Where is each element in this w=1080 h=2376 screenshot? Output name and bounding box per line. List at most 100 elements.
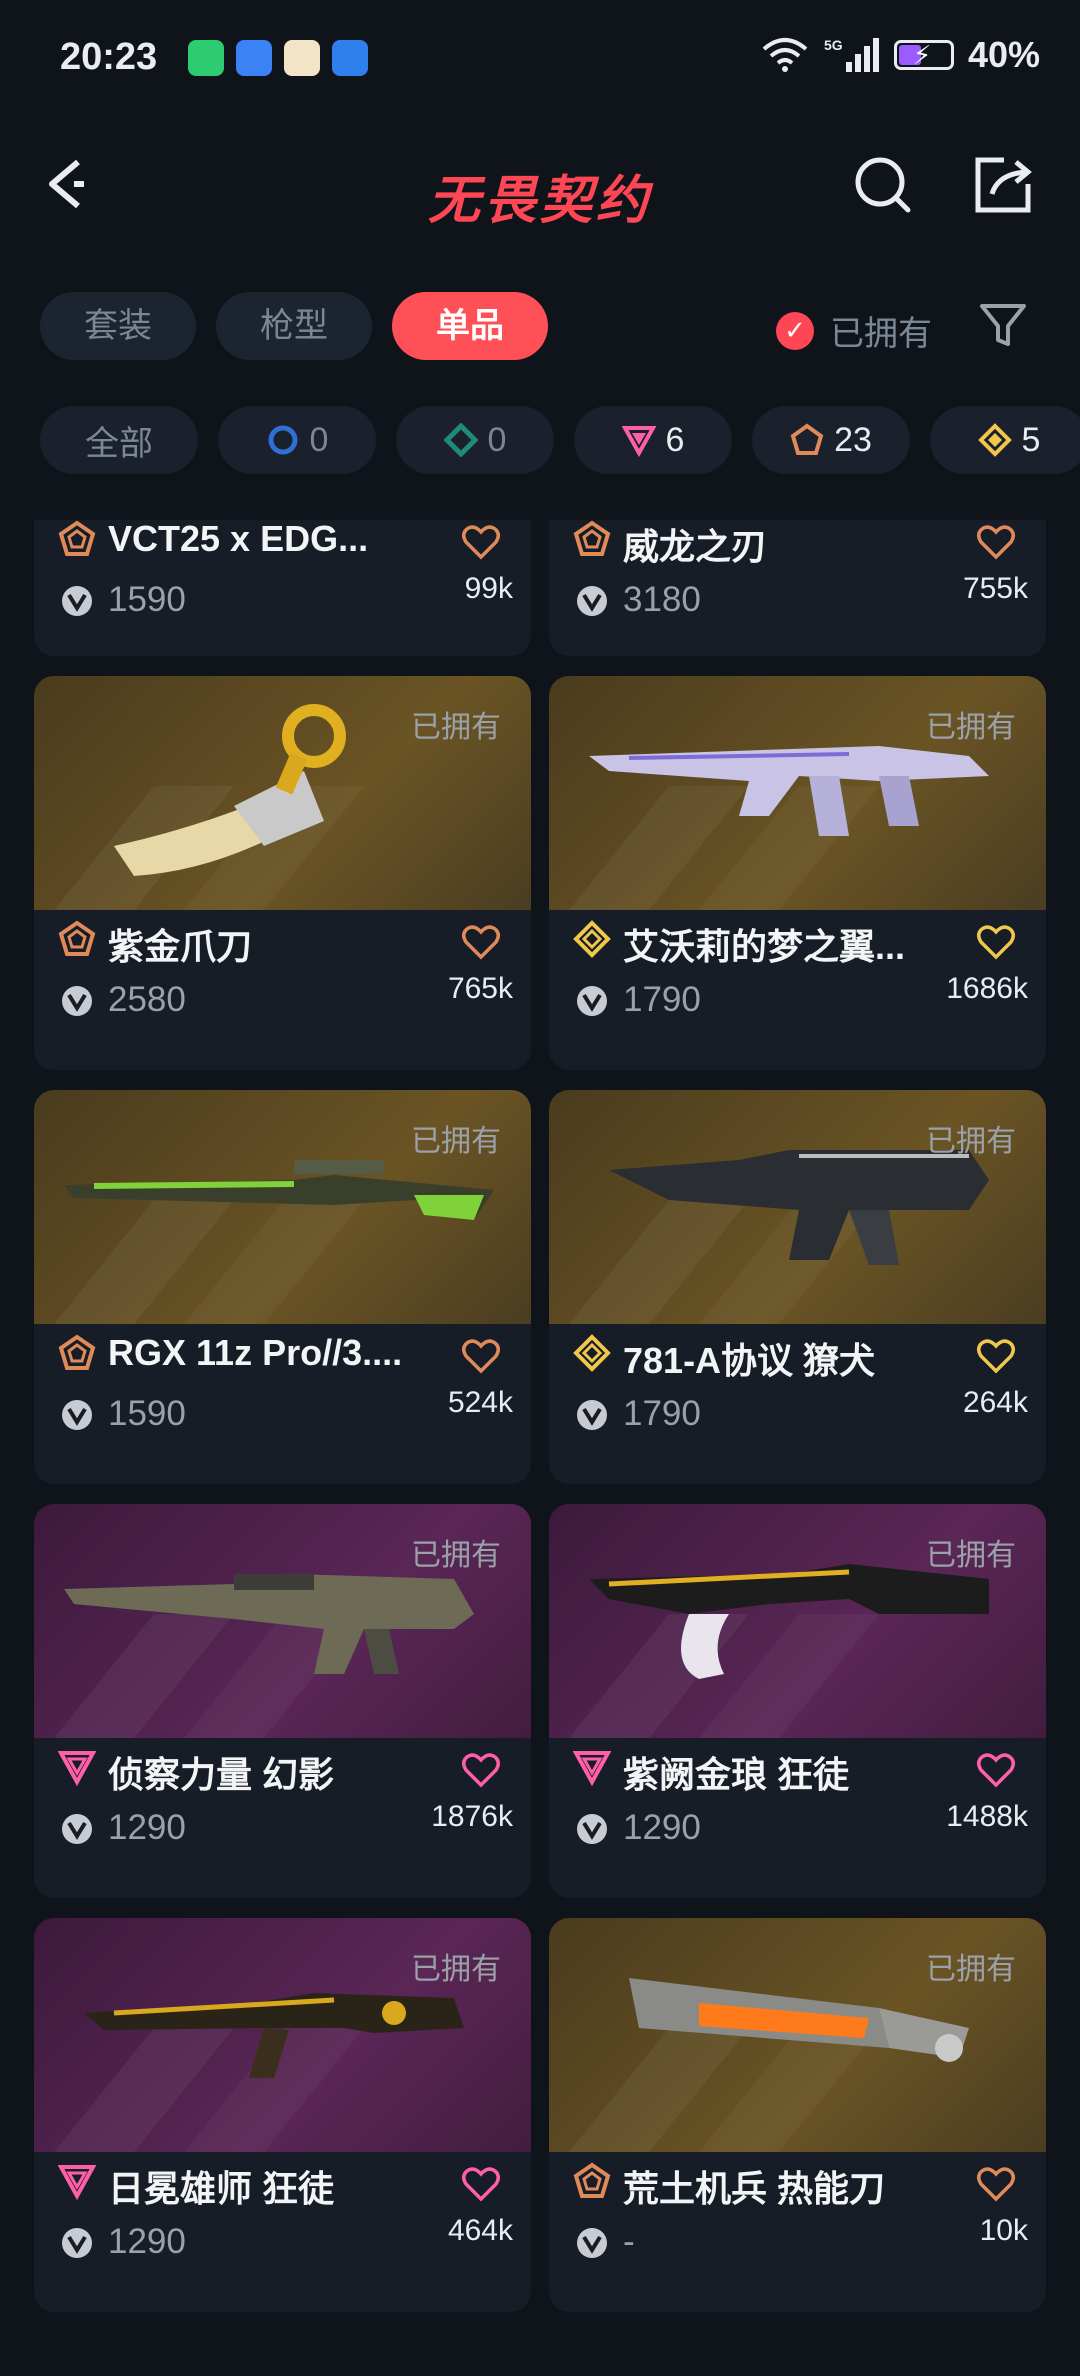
- page-title: 无畏契约: [427, 172, 652, 230]
- chip-count: 0: [309, 420, 329, 459]
- app-notification-icon: [236, 40, 272, 76]
- owned-filter-toggle[interactable]: ✓ 已拥有: [776, 306, 932, 355]
- valorant-points-icon: [62, 2228, 92, 2258]
- favorite-heart-icon[interactable]: [976, 522, 1016, 562]
- like-count: 10k: [979, 2214, 1028, 2247]
- deluxe-tier-icon: [573, 2162, 611, 2198]
- skin-name: 日冕雄师 狂徒: [108, 2168, 335, 2209]
- skin-name: 侦察力量 幻影: [108, 1754, 335, 1795]
- tab-bundles[interactable]: 套装: [40, 292, 196, 360]
- chip-exclusive-tier[interactable]: 5: [930, 406, 1080, 474]
- item-grid: VCT25 x EDG... 1590 99k 威龙之刃 3180 755k 已拥有 紫金爪刀…: [34, 520, 1046, 2376]
- top-bar: 无畏契约: [0, 130, 1080, 240]
- chip-deluxe-tier[interactable]: 23: [752, 406, 910, 474]
- ultra-tier-icon: [443, 423, 478, 457]
- chip-count: 6: [665, 420, 685, 459]
- skin-card[interactable]: 已拥有 侦察力量 幻影 1290 1876k: [34, 1504, 531, 1898]
- favorite-heart-icon[interactable]: [461, 522, 501, 562]
- chip-premium-tier[interactable]: 6: [574, 406, 732, 474]
- skin-card[interactable]: VCT25 x EDG... 1590 99k: [34, 520, 531, 656]
- owned-label: 已拥有: [926, 711, 1016, 744]
- skin-price: 1290: [623, 1808, 701, 1847]
- skin-card[interactable]: 已拥有 紫金爪刀 2580 765k: [34, 676, 531, 1070]
- valorant-points-icon: [62, 586, 92, 616]
- battery-level: 40%: [967, 34, 1040, 75]
- favorite-heart-icon[interactable]: [461, 922, 501, 962]
- valorant-points-icon: [577, 1400, 607, 1430]
- skin-card[interactable]: 已拥有 RGX 11z Pro//3.... 1590 524k: [34, 1090, 531, 1484]
- skin-price: -: [623, 2222, 635, 2261]
- skin-name: 威龙之刃: [623, 526, 768, 567]
- favorite-heart-icon[interactable]: [461, 1336, 501, 1376]
- skin-card[interactable]: 已拥有 荒土机兵 热能刀 - 10k: [549, 1918, 1046, 2312]
- network-label: 5G: [824, 37, 843, 53]
- favorite-heart-icon[interactable]: [976, 2164, 1016, 2204]
- skin-name: 781-A协议 獠犬: [623, 1340, 876, 1381]
- owned-label: 已拥有: [926, 1125, 1016, 1158]
- valorant-points-icon: [577, 586, 607, 616]
- exclusive-tier-icon: [977, 423, 1012, 457]
- skin-artwork: 已拥有: [34, 1504, 531, 1738]
- like-count: 765k: [447, 972, 513, 1005]
- premium-tier-icon: [573, 1751, 611, 1786]
- valorant-points-icon: [577, 1814, 607, 1844]
- valorant-points-icon: [62, 1814, 92, 1844]
- valorant-points-icon: [62, 986, 92, 1016]
- skin-card[interactable]: 已拥有 日冕雄师 狂徒 1290 464k: [34, 1918, 531, 2312]
- premium-tier-icon: [621, 426, 656, 457]
- select-tier-icon: [268, 425, 298, 455]
- tab-single-items[interactable]: 单品: [392, 292, 548, 360]
- premium-tier-icon: [58, 2165, 96, 2200]
- skin-artwork: 已拥有: [34, 676, 531, 910]
- skin-artwork: 已拥有: [549, 1090, 1046, 1324]
- owned-label: 已拥有: [411, 1125, 501, 1158]
- exclusive-tier-icon: [573, 1334, 611, 1372]
- chip-ultra-tier[interactable]: 0: [396, 406, 554, 474]
- app-notification-icon: [332, 40, 368, 76]
- skin-card[interactable]: 威龙之刃 3180 755k: [549, 520, 1046, 656]
- like-count: 1488k: [946, 1800, 1028, 1833]
- app-notification-icon: [284, 40, 320, 76]
- skin-artwork: 已拥有: [34, 1918, 531, 2152]
- skin-price: 3180: [623, 580, 701, 619]
- chip-all[interactable]: 全部: [40, 406, 198, 474]
- deluxe-tier-icon: [58, 1334, 96, 1370]
- category-tabs: 套装 枪型 单品: [40, 292, 548, 360]
- filter-icon[interactable]: [978, 300, 1028, 350]
- tab-weapon-types[interactable]: 枪型: [216, 292, 372, 360]
- like-count: 464k: [447, 2214, 513, 2247]
- valorant-points-icon: [577, 2228, 607, 2258]
- app-notification-icon: [188, 40, 224, 76]
- share-icon[interactable]: [970, 152, 1036, 218]
- chip-select-tier[interactable]: 0: [218, 406, 376, 474]
- wifi-icon: [762, 38, 808, 72]
- skin-card[interactable]: 已拥有 艾沃莉的梦之翼... 1790 1686k: [549, 676, 1046, 1070]
- deluxe-tier-icon: [58, 520, 96, 556]
- chip-count: 23: [834, 420, 872, 459]
- owned-label: 已拥有: [411, 1539, 501, 1572]
- owned-label: 已拥有: [926, 1539, 1016, 1572]
- skin-card[interactable]: 已拥有 781-A协议 獠犬 1790 264k: [549, 1090, 1046, 1484]
- deluxe-tier-icon: [58, 920, 96, 956]
- skin-name: VCT25 x EDG...: [108, 520, 369, 559]
- skin-card[interactable]: 已拥有 紫阙金琅 狂徒 1290 1488k: [549, 1504, 1046, 1898]
- skin-artwork: 已拥有: [549, 676, 1046, 910]
- favorite-heart-icon[interactable]: [976, 1336, 1016, 1376]
- skin-price: 1790: [623, 980, 701, 1019]
- battery-icon: ⚡: [893, 40, 954, 70]
- favorite-heart-icon[interactable]: [976, 1750, 1016, 1790]
- favorite-heart-icon[interactable]: [461, 2164, 501, 2204]
- skin-name: 荒土机兵 热能刀: [623, 2168, 886, 2209]
- favorite-heart-icon[interactable]: [461, 1750, 501, 1790]
- search-icon[interactable]: [850, 152, 916, 218]
- like-count: 524k: [447, 1386, 513, 1419]
- like-count: 264k: [962, 1386, 1028, 1419]
- skin-price: 1590: [108, 580, 186, 619]
- favorite-heart-icon[interactable]: [976, 922, 1016, 962]
- owned-filter-label: 已拥有: [830, 315, 932, 353]
- skin-name: 艾沃莉的梦之翼...: [623, 926, 906, 967]
- checkmark-icon: ✓: [776, 311, 814, 350]
- skin-price: 1290: [108, 1808, 186, 1847]
- skin-price: 2580: [108, 980, 186, 1019]
- status-time: 20:23: [60, 36, 158, 78]
